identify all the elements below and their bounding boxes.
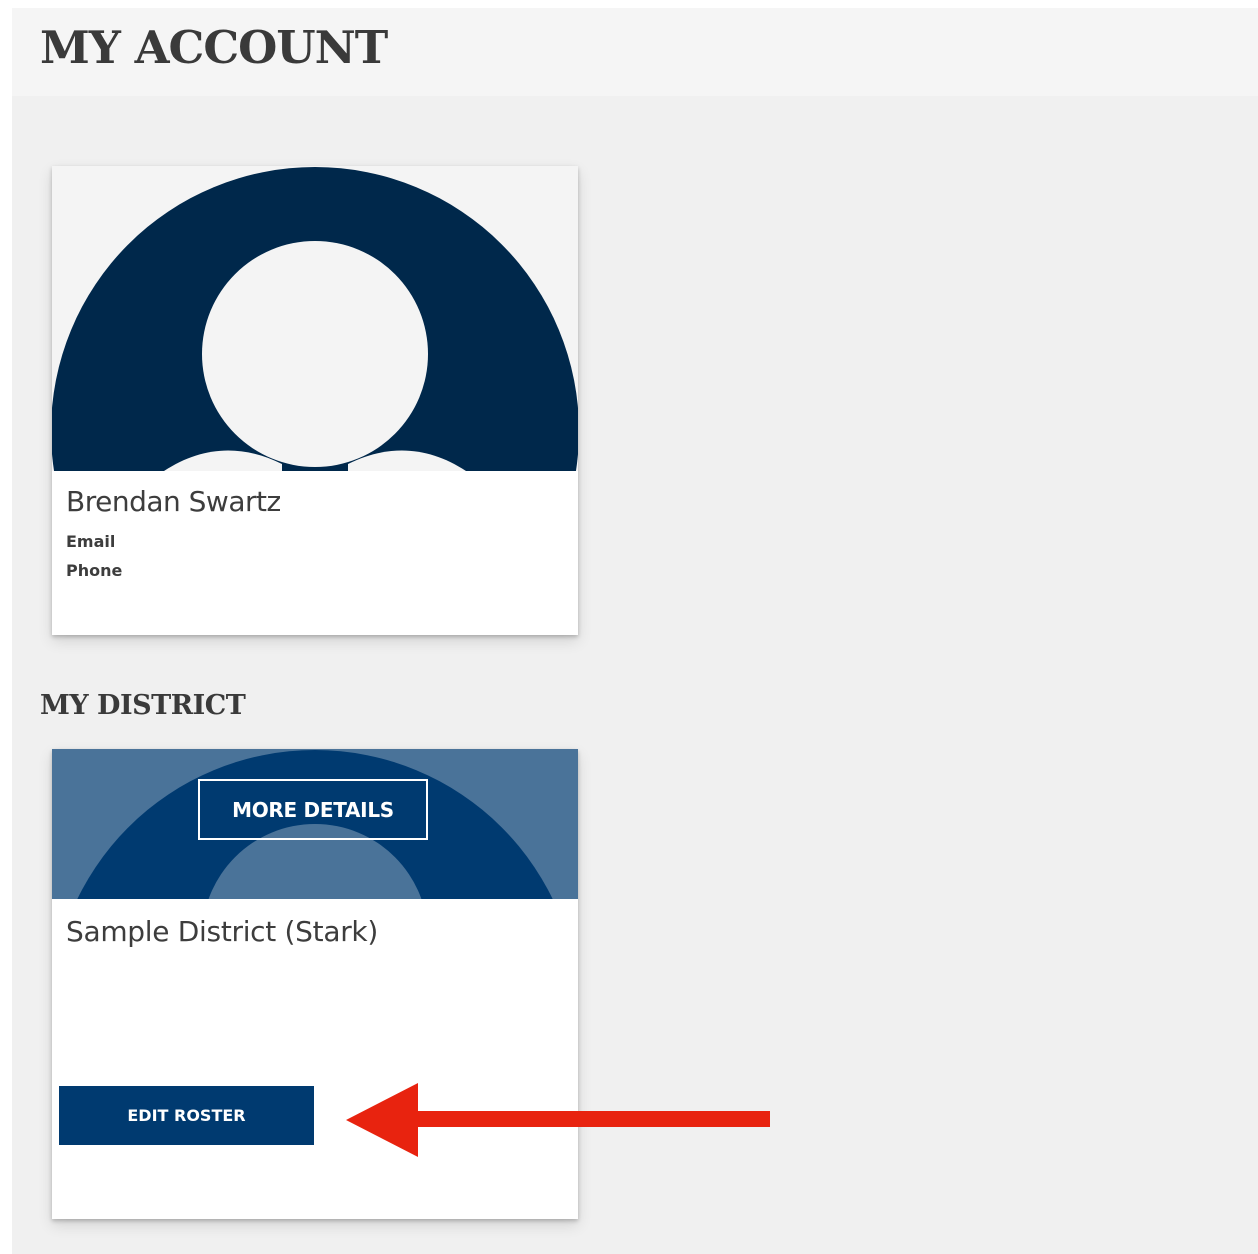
phone-label: Phone xyxy=(66,561,123,580)
page-header: MY ACCOUNT xyxy=(12,8,1258,96)
edit-roster-button[interactable]: EDIT ROSTER xyxy=(59,1086,314,1145)
more-details-button[interactable]: MORE DETAILS xyxy=(198,779,428,840)
user-avatar-placeholder-icon xyxy=(52,167,578,471)
district-name: Sample District (Stark) xyxy=(66,915,378,948)
page-title: MY ACCOUNT xyxy=(40,21,388,74)
page-container: MY ACCOUNT Brendan Swartz Email Phone MY… xyxy=(12,8,1258,1254)
district-banner: MORE DETAILS xyxy=(52,749,578,899)
red-arrow-pointing-left-icon xyxy=(346,1083,770,1157)
section-title-my-district: MY DISTRICT xyxy=(40,690,246,721)
avatar xyxy=(52,166,578,471)
email-label: Email xyxy=(66,532,116,551)
profile-name: Brendan Swartz xyxy=(66,485,281,518)
profile-card: Brendan Swartz Email Phone xyxy=(52,166,578,635)
